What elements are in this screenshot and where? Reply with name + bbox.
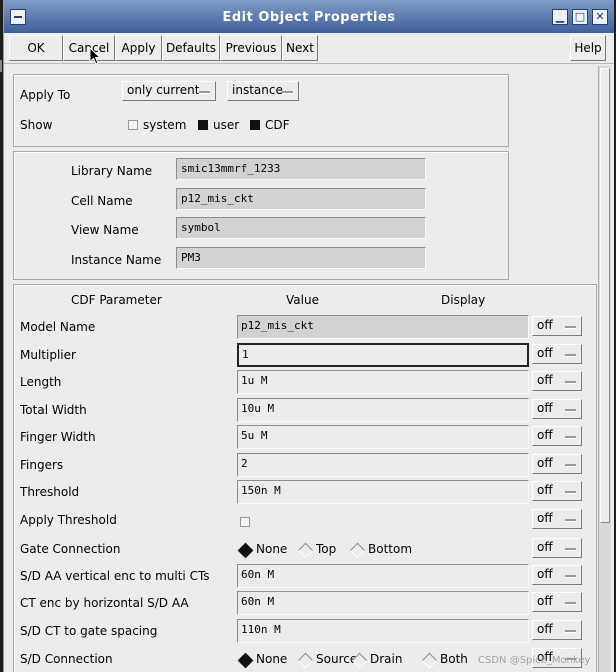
cdf-row-label: Length: [20, 375, 62, 389]
display-select-value: off: [537, 346, 553, 360]
display-select-value: off: [537, 428, 553, 442]
window-title: Edit Object Properties: [222, 10, 396, 25]
cdf-row-label: Gate Connection: [20, 542, 121, 556]
apply-to-target-select[interactable]: instance: [227, 81, 299, 101]
display-select[interactable]: off: [532, 538, 582, 558]
apply-threshold-checkbox[interactable]: [240, 517, 250, 527]
cdf-row-label: S/D AA vertical enc to multi CTs: [20, 569, 210, 583]
display-select-value: off: [537, 456, 553, 470]
show-system-checkbox[interactable]: [128, 120, 138, 130]
minimize-icon[interactable]: ▁: [552, 9, 568, 25]
display-select-value: off: [537, 483, 553, 497]
cdf-row-label: Threshold: [20, 485, 80, 499]
apply-to-panel: Apply To only current instance Show syst…: [13, 74, 509, 147]
instance-name-label: Instance Name: [71, 253, 162, 267]
scrollbar-thumb[interactable]: [600, 68, 610, 523]
vertical-scrollbar[interactable]: [598, 66, 611, 672]
title-bar[interactable]: Edit Object Properties ▁ □ ✕: [4, 0, 614, 33]
view-name-field: symbol: [176, 217, 426, 239]
radio-option-label: None: [256, 542, 288, 556]
display-select[interactable]: off: [532, 316, 582, 336]
cdf-display-header: Display: [441, 293, 486, 307]
cdf-value-input[interactable]: 150n M: [237, 480, 529, 504]
cdf-value-input[interactable]: 1u M: [237, 370, 529, 394]
display-select[interactable]: off: [532, 592, 582, 612]
cdf-value-input[interactable]: 1: [237, 343, 529, 367]
show-label: Show: [20, 118, 53, 132]
apply-button[interactable]: Apply: [115, 35, 162, 61]
display-select[interactable]: off: [532, 371, 582, 391]
show-cdf-label: CDF: [265, 118, 290, 132]
display-select-value: off: [537, 567, 553, 581]
cdf-row-label: Apply Threshold: [20, 513, 117, 527]
cdf-value-input[interactable]: 5u M: [237, 425, 529, 449]
show-user-label: user: [213, 118, 240, 132]
ok-button[interactable]: OK: [9, 35, 63, 61]
cdf-row-label: Model Name: [20, 320, 96, 334]
cdf-row-label: Multiplier: [20, 348, 76, 362]
display-select-value: off: [537, 318, 553, 332]
display-select-value: off: [537, 401, 553, 415]
display-select[interactable]: off: [532, 565, 582, 585]
apply-to-scope-select[interactable]: only current: [122, 81, 216, 101]
apply-to-target-value: instance: [232, 83, 283, 97]
apply-to-label: Apply To: [20, 88, 71, 102]
cdf-row-label: S/D Connection: [20, 652, 113, 666]
maximize-icon[interactable]: □: [572, 9, 588, 25]
radio-option-label: Both: [440, 652, 468, 666]
defaults-button[interactable]: Defaults: [162, 35, 220, 61]
radio-option-label: Source: [316, 652, 358, 666]
instance-name-field: PM3: [176, 247, 426, 269]
library-name-field: smic13mmrf_1233: [176, 158, 426, 180]
cdf-row-label: Fingers: [20, 458, 64, 472]
close-icon[interactable]: ✕: [592, 9, 608, 25]
display-select[interactable]: off: [532, 481, 582, 501]
mouse-pointer-icon: [89, 47, 101, 65]
display-select-value: off: [537, 540, 553, 554]
cdf-value-input[interactable]: 60n M: [237, 564, 529, 588]
display-select[interactable]: off: [532, 426, 582, 446]
radio-option-label: Drain: [370, 652, 403, 666]
display-select-value: off: [537, 594, 553, 608]
display-select-value: off: [537, 622, 553, 636]
cdf-value-input[interactable]: 2: [237, 453, 529, 477]
cell-name-field: p12_mis_ckt: [176, 188, 426, 210]
show-system-label: system: [143, 118, 187, 132]
library-name-label: Library Name: [71, 164, 153, 178]
cdf-value-header: Value: [286, 293, 319, 307]
previous-button[interactable]: Previous: [220, 35, 282, 61]
desktop-edge: [0, 60, 2, 72]
cdf-param-header: CDF Parameter: [71, 293, 162, 307]
help-button[interactable]: Help: [570, 35, 606, 61]
cdf-row-label: CT enc by horizontal S/D AA: [20, 596, 189, 610]
display-select-value: off: [537, 373, 553, 387]
cdf-row-label: S/D CT to gate spacing: [20, 624, 158, 638]
radio-option-label: None: [256, 652, 288, 666]
display-select-value: off: [537, 511, 553, 525]
display-select[interactable]: off: [532, 344, 582, 364]
radio-option-label: Top: [316, 542, 337, 556]
cdf-value-input[interactable]: 110n M: [237, 619, 529, 643]
cdf-row-label: Total Width: [20, 403, 87, 417]
display-select[interactable]: off: [532, 399, 582, 419]
identity-panel: Library Name smic13mmrf_1233 Cell Name p…: [13, 151, 509, 280]
show-user-checkbox[interactable]: [198, 120, 208, 130]
display-select[interactable]: off: [532, 620, 582, 640]
cdf-row-label: Finger Width: [20, 430, 96, 444]
apply-to-scope-value: only current: [127, 83, 200, 97]
show-cdf-checkbox[interactable]: [250, 120, 260, 130]
watermark: CSDN @Spice_Monkey: [478, 655, 591, 666]
cell-name-label: Cell Name: [71, 194, 133, 208]
cdf-value-input[interactable]: 60n M: [237, 591, 529, 615]
display-select[interactable]: off: [532, 509, 582, 529]
edit-object-properties-window: Edit Object Properties ▁ □ ✕ OK Cancel A…: [3, 0, 614, 672]
cdf-value-input[interactable]: 10u M: [237, 398, 529, 422]
cdf-value-input: p12_mis_ckt: [237, 315, 529, 339]
display-select[interactable]: off: [532, 454, 582, 474]
radio-option-label: Bottom: [368, 542, 413, 556]
next-button[interactable]: Next: [282, 35, 318, 61]
view-name-label: View Name: [71, 223, 139, 237]
